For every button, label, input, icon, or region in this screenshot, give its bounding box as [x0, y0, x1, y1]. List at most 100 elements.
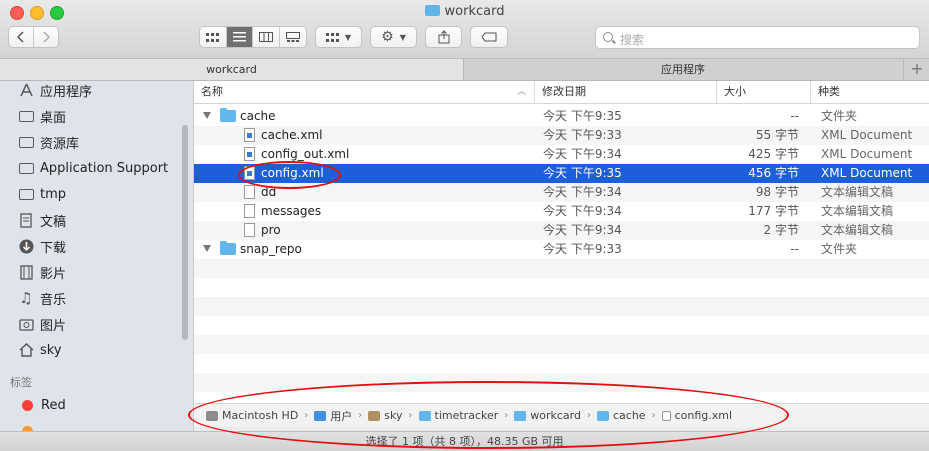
back-button[interactable] — [9, 27, 34, 47]
column-header: 名称 ︿ 修改日期 大小 种类 — [194, 81, 929, 104]
file-date: 今天 下午9:34 — [543, 185, 622, 199]
file-size: -- — [790, 109, 799, 123]
file-size: -- — [790, 242, 799, 256]
sidebar-item-tmp[interactable]: tmp — [18, 184, 66, 204]
file-date: 今天 下午9:33 — [543, 242, 622, 256]
sidebar-item-downloads[interactable]: 下载 — [18, 236, 66, 256]
file-name: dd — [261, 185, 277, 199]
xml-file-icon — [244, 166, 255, 180]
folder-icon — [220, 241, 236, 255]
sidebar-tag-partial[interactable] — [22, 421, 41, 431]
table-row[interactable]: cache 今天 下午9:35 -- 文件夹 — [194, 107, 929, 126]
path-item-sky[interactable]: sky — [368, 409, 403, 422]
xml-file-icon — [661, 410, 671, 421]
search-placeholder: 搜索 — [620, 33, 645, 47]
table-row-selected[interactable]: config.xml 今天 下午9:35 456 字节 XML Document — [194, 164, 929, 183]
file-kind: 文本编辑文稿 — [821, 223, 894, 237]
group-icon — [325, 32, 339, 42]
table-row[interactable]: config_out.xml 今天 下午9:34 425 字节 XML Docu… — [194, 145, 929, 164]
file-date: 今天 下午9:33 — [543, 128, 622, 142]
empty-row — [194, 373, 929, 392]
file-kind: 文本编辑文稿 — [821, 204, 894, 218]
group-button[interactable]: ▼ — [315, 26, 362, 48]
empty-row — [194, 297, 929, 316]
sidebar-item-documents[interactable]: 文稿 — [18, 210, 66, 230]
path-item-workcard[interactable]: workcard — [514, 409, 581, 422]
file-kind: 文件夹 — [821, 109, 858, 123]
file-name: cache — [240, 109, 276, 123]
path-item-macintosh-hd[interactable]: Macintosh HD — [206, 409, 298, 422]
pictures-icon — [18, 317, 34, 331]
table-row[interactable]: dd 今天 下午9:34 98 字节 文本编辑文稿 — [194, 183, 929, 202]
xml-file-icon — [244, 147, 255, 161]
text-file-icon — [244, 204, 255, 218]
new-tab-button[interactable]: + — [903, 59, 929, 80]
tag-icon — [481, 32, 497, 42]
chevron-right-icon — [43, 31, 50, 43]
share-button[interactable] — [425, 26, 462, 48]
sidebar-item-applications[interactable]: 应用程序 — [18, 81, 92, 100]
tab-applications[interactable]: 应用程序 — [464, 59, 902, 80]
tab-workcard[interactable]: workcard — [0, 59, 464, 80]
column-header-kind[interactable]: 种类 — [811, 81, 929, 103]
file-size: 456 字节 — [748, 166, 799, 180]
edit-tags-button[interactable] — [470, 26, 508, 48]
path-item-users[interactable]: 用户 — [314, 408, 352, 424]
share-icon — [438, 30, 449, 44]
column-header-size[interactable]: 大小 — [717, 81, 811, 103]
chevron-left-icon — [16, 31, 24, 43]
forward-button[interactable] — [34, 27, 58, 47]
file-name: pro — [261, 223, 281, 237]
chevron-down-icon: ▼ — [399, 32, 406, 42]
folder-icon — [418, 410, 431, 421]
search-icon — [603, 32, 613, 42]
table-row[interactable]: cache.xml 今天 下午9:33 55 字节 XML Document — [194, 126, 929, 145]
search-field[interactable]: 搜索 — [595, 26, 920, 49]
empty-row — [194, 335, 929, 354]
file-date: 今天 下午9:34 — [543, 223, 622, 237]
column-header-name[interactable]: 名称 ︿ — [194, 81, 535, 103]
applications-icon — [18, 83, 34, 97]
table-row[interactable]: messages 今天 下午9:34 177 字节 文本编辑文稿 — [194, 202, 929, 221]
back-forward-buttons — [8, 26, 59, 48]
file-name: config.xml — [261, 166, 324, 180]
chevron-right-icon: › — [587, 410, 591, 421]
path-item-config-xml[interactable]: config.xml — [661, 409, 732, 422]
table-row[interactable]: pro 今天 下午9:34 2 字节 文本编辑文稿 — [194, 221, 929, 240]
empty-row — [194, 259, 929, 278]
chevron-right-icon: › — [651, 410, 656, 421]
sidebar: 应用程序 桌面 资源库 Application Support tmp 文稿 下… — [0, 81, 194, 431]
list-view-button[interactable] — [226, 27, 253, 47]
sidebar-item-pictures[interactable]: 图片 — [18, 314, 66, 334]
users-folder-icon — [314, 410, 327, 421]
disclosure-triangle-icon[interactable] — [203, 112, 211, 119]
column-header-date[interactable]: 修改日期 — [535, 81, 717, 103]
home-icon — [368, 410, 381, 421]
sidebar-item-application-support[interactable]: Application Support — [18, 158, 168, 178]
file-size: 2 字节 — [763, 223, 799, 237]
file-kind: XML Document — [821, 147, 913, 161]
file-date: 今天 下午9:35 — [543, 109, 622, 123]
column-view-button[interactable] — [253, 27, 280, 47]
gallery-view-button[interactable] — [280, 27, 306, 47]
text-file-icon — [244, 185, 255, 199]
disclosure-triangle-icon[interactable] — [203, 245, 211, 252]
chevron-down-icon: ▼ — [344, 32, 352, 42]
chevron-right-icon: › — [408, 410, 413, 421]
file-name: snap_repo — [240, 242, 302, 256]
sidebar-scrollbar[interactable] — [182, 125, 188, 340]
sidebar-item-library[interactable]: 资源库 — [18, 132, 79, 152]
sidebar-item-music[interactable]: ♫ 音乐 — [18, 288, 66, 308]
sidebar-item-movies[interactable]: 影片 — [18, 262, 66, 282]
path-bar: Macintosh HD › 用户 › sky › timetracker › … — [194, 403, 929, 427]
action-button[interactable]: ⚙ ▼ — [370, 26, 417, 48]
table-row[interactable]: snap_repo 今天 下午9:33 -- 文件夹 — [194, 240, 929, 259]
sidebar-item-sky[interactable]: sky — [18, 340, 62, 360]
sidebar-item-desktop[interactable]: 桌面 — [18, 106, 66, 126]
sidebar-section-tags: 标签 — [10, 376, 32, 389]
path-item-timetracker[interactable]: timetracker — [418, 409, 498, 422]
window-title: workcard — [0, 4, 929, 19]
icon-view-button[interactable] — [200, 27, 227, 47]
path-item-cache[interactable]: cache — [597, 409, 646, 422]
sidebar-tag-red[interactable]: Red — [22, 395, 66, 415]
